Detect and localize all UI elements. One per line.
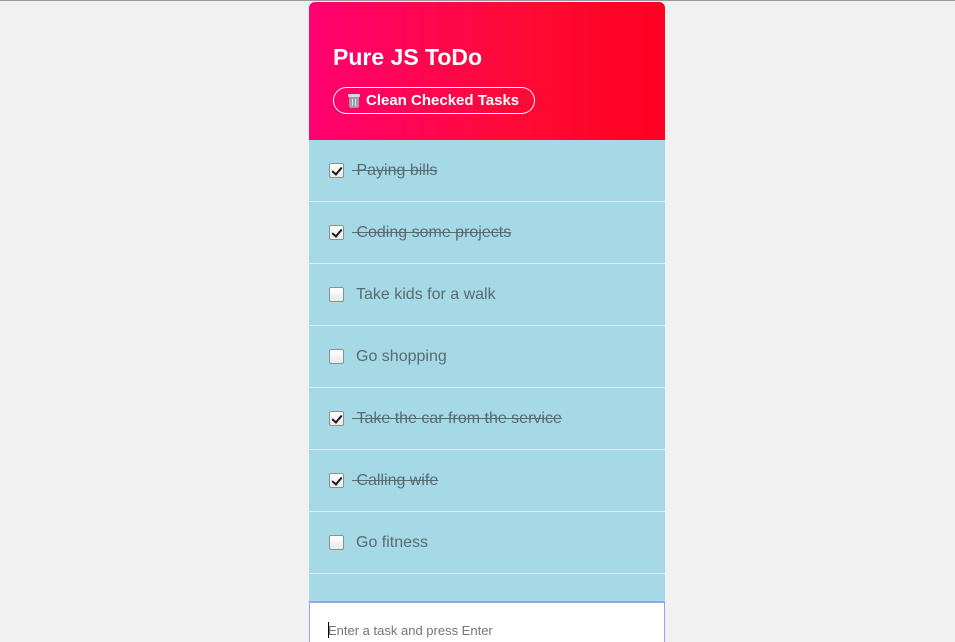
task-item[interactable]: Paying bills — [309, 140, 665, 202]
task-item[interactable]: Take the car from the service — [309, 388, 665, 450]
new-task-input[interactable] — [328, 623, 628, 638]
app-title: Pure JS ToDo — [333, 44, 483, 70]
task-checkbox[interactable] — [329, 287, 344, 302]
clean-button-label: Clean Checked Tasks — [366, 92, 520, 109]
clean-checked-tasks-button[interactable]: Clean Checked Tasks — [333, 87, 536, 114]
task-checkbox[interactable] — [329, 225, 344, 240]
task-item[interactable]: Take kids for a walk — [309, 264, 665, 326]
task-checkbox[interactable] — [329, 535, 344, 550]
task-label[interactable]: Calling wife — [352, 472, 438, 490]
task-checkbox[interactable] — [329, 411, 344, 426]
task-label[interactable]: Paying bills — [352, 162, 437, 180]
task-item[interactable]: Calling wife — [309, 450, 665, 512]
new-task-field-container — [309, 601, 665, 642]
todo-app: Pure JS ToDo Clean Checked Tasks Paying … — [309, 2, 665, 642]
task-label[interactable]: Take kids for a walk — [356, 286, 496, 304]
browser-top-border — [0, 0, 955, 1]
task-item[interactable]: Go shopping — [309, 326, 665, 388]
text-caret — [328, 622, 329, 638]
task-label[interactable]: Coding some projects — [352, 224, 511, 242]
app-header: Pure JS ToDo Clean Checked Tasks — [309, 2, 665, 140]
task-item[interactable]: Go fitness — [309, 512, 665, 574]
task-label[interactable]: Go fitness — [356, 534, 428, 552]
trash-icon — [348, 93, 360, 108]
task-checkbox[interactable] — [329, 163, 344, 178]
task-list: Paying bills Coding some projects Take k… — [309, 140, 665, 574]
task-label[interactable]: Take the car from the service — [352, 410, 561, 428]
task-item[interactable]: Coding some projects — [309, 202, 665, 264]
task-label[interactable]: Go shopping — [356, 348, 447, 366]
task-checkbox[interactable] — [329, 473, 344, 488]
task-checkbox[interactable] — [329, 349, 344, 364]
